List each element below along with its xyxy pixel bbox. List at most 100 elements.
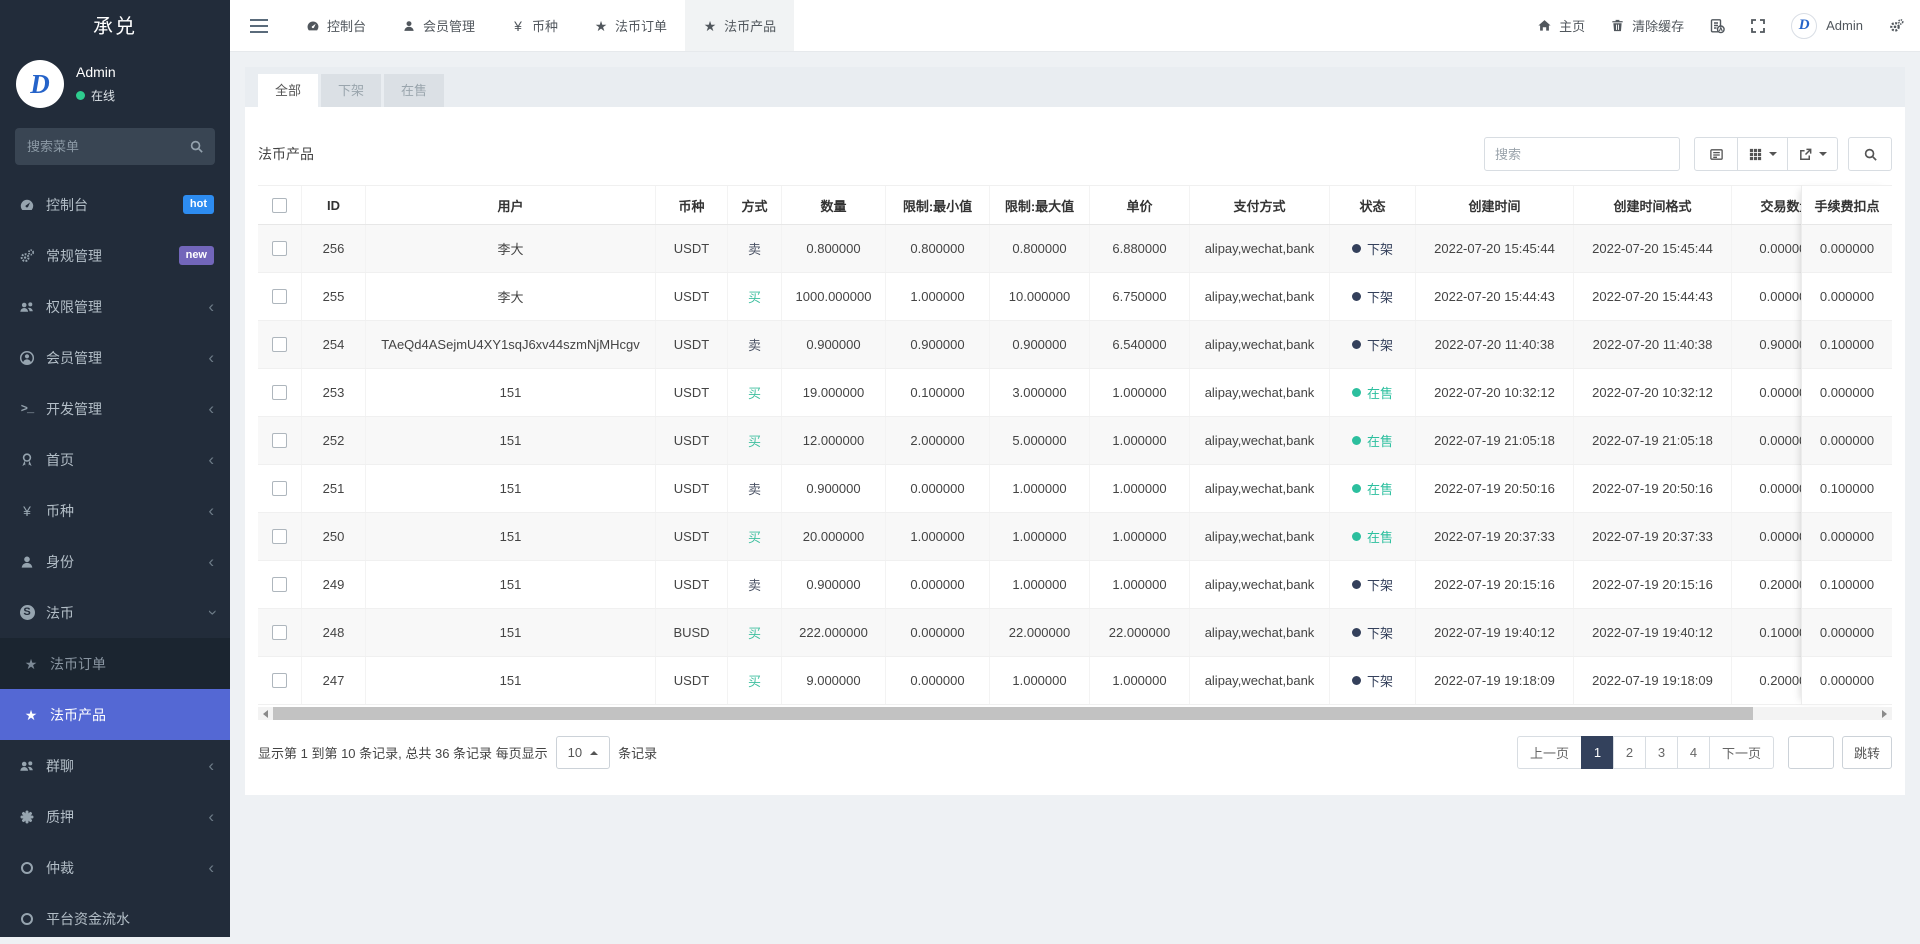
sidebar-item-fiat-product[interactable]: ★法币产品	[0, 689, 230, 740]
page-button-1[interactable]: 1	[1581, 736, 1614, 769]
cell-price: 6.750000	[1090, 273, 1190, 320]
cell-trade_amount: 0.900000	[1732, 321, 1801, 368]
filter-tab-on-sale[interactable]: 在售	[384, 74, 444, 107]
cell-created: 2022-07-20 15:44:43	[1416, 273, 1574, 320]
filter-tabs: 全部下架在售	[245, 67, 1905, 107]
header-cell: 支付方式	[1190, 186, 1330, 224]
row-checkbox[interactable]	[272, 673, 287, 688]
users-icon	[19, 758, 35, 774]
cell-min: 0.900000	[886, 321, 990, 368]
avatar-letter: D	[1799, 17, 1810, 34]
search-toggle-button[interactable]	[1848, 137, 1892, 171]
sidebar-item-group-chat[interactable]: 群聊‹	[0, 740, 230, 791]
tab-member[interactable]: 会员管理	[384, 0, 493, 51]
sidebar-item-auth[interactable]: 权限管理‹	[0, 281, 230, 332]
sidebar-item-general[interactable]: 常规管理new	[0, 230, 230, 281]
direction-label: 买	[748, 431, 761, 450]
status-label: 下架	[1367, 239, 1393, 258]
sidebar-item-develop[interactable]: >_开发管理‹	[0, 383, 230, 434]
status-label: 在售	[1367, 527, 1393, 546]
page-button-4[interactable]: 4	[1677, 736, 1710, 769]
cell-max: 1.000000	[990, 657, 1090, 704]
sidebar-item-arbitration[interactable]: 仲裁‹	[0, 842, 230, 893]
sidebar-item-dashboard[interactable]: 控制台hot	[0, 179, 230, 230]
cell-created_fmt: 2022-07-19 19:40:12	[1574, 609, 1732, 656]
search-icon	[1863, 147, 1878, 162]
settings-button[interactable]	[1888, 18, 1904, 34]
sidebar-item-member[interactable]: 会员管理‹	[0, 332, 230, 383]
next-page-button[interactable]: 下一页	[1709, 736, 1774, 769]
page-size-select[interactable]: 10	[556, 736, 610, 769]
row-checkbox[interactable]	[272, 625, 287, 640]
fullscreen-button[interactable]	[1750, 18, 1766, 34]
scroll-right-arrow[interactable]	[1877, 707, 1892, 720]
filter-tab-off-shelf[interactable]: 下架	[321, 74, 381, 107]
page-button-3[interactable]: 3	[1645, 736, 1678, 769]
status-label: 下架	[1367, 671, 1393, 690]
chevron-left-icon: ‹	[208, 451, 214, 468]
tab-fiat-order[interactable]: ★法币订单	[576, 0, 685, 51]
language-button[interactable]	[1709, 18, 1725, 34]
row-checkbox[interactable]	[272, 241, 287, 256]
pagination: 上一页1234下一页	[1517, 736, 1774, 769]
chevron-left-icon: ‹	[208, 502, 214, 519]
tab-fiat-product[interactable]: ★法币产品	[685, 0, 794, 51]
sidebar-item-currency[interactable]: ¥币种‹	[0, 485, 230, 536]
row-checkbox[interactable]	[272, 577, 287, 592]
clear-cache-link[interactable]: 清除缓存	[1610, 16, 1684, 35]
sidebar-item-pledge[interactable]: 质押‹	[0, 791, 230, 842]
table-footer: 显示第 1 到第 10 条记录, 总共 36 条记录 每页显示 10 条记录 上…	[258, 736, 1892, 769]
cell-coin: USDT	[656, 657, 728, 704]
cell-direction: 卖	[728, 561, 782, 608]
row-checkbox[interactable]	[272, 529, 287, 544]
columns-button[interactable]	[1737, 137, 1788, 171]
sidebar-item-fiat[interactable]: S法币‹	[0, 587, 230, 638]
user-menu[interactable]: D Admin	[1791, 13, 1863, 39]
cell-max: 1.000000	[990, 513, 1090, 560]
select-all-checkbox[interactable]	[272, 198, 287, 213]
sidebar-item-label: 法币产品	[50, 705, 214, 725]
status-label: 下架	[1367, 623, 1393, 642]
direction-label: 卖	[748, 575, 761, 594]
cell-coin: USDT	[656, 513, 728, 560]
export-button[interactable]	[1787, 137, 1838, 171]
status-label: 在售	[1367, 479, 1393, 498]
cell-amount: 222.000000	[782, 609, 886, 656]
row-checkbox[interactable]	[272, 385, 287, 400]
prev-page-button[interactable]: 上一页	[1517, 736, 1582, 769]
filter-tab-all[interactable]: 全部	[258, 74, 318, 107]
toggle-view-button[interactable]	[1694, 137, 1738, 171]
page-button-2[interactable]: 2	[1613, 736, 1646, 769]
cell-coin: USDT	[656, 561, 728, 608]
hot-badge: hot	[183, 195, 214, 213]
scroll-left-arrow[interactable]	[258, 707, 273, 720]
sidebar-item-home[interactable]: 首页‹	[0, 434, 230, 485]
sidebar-search-input[interactable]	[15, 128, 215, 165]
page-jump-input[interactable]	[1788, 736, 1834, 769]
cell-payment: alipay,wechat,bank	[1190, 417, 1330, 464]
row-checkbox[interactable]	[272, 433, 287, 448]
cell-trade_amount: 0.000000	[1732, 225, 1801, 272]
row-checkbox[interactable]	[272, 289, 287, 304]
home-link[interactable]: 主页	[1537, 16, 1585, 35]
tab-currency[interactable]: ¥币种	[493, 0, 576, 51]
sidebar-item-platform-flow[interactable]: 平台资金流水	[0, 893, 230, 944]
sidebar-item-fiat-order[interactable]: ★法币订单	[0, 638, 230, 689]
menu-toggle-button[interactable]	[230, 0, 288, 51]
summary-suffix: 条记录	[618, 743, 657, 762]
cell-user: 151	[366, 369, 656, 416]
row-checkbox[interactable]	[272, 337, 287, 352]
scrollbar-thumb[interactable]	[273, 707, 1753, 720]
yen-icon: ¥	[511, 19, 525, 33]
cell-direction: 买	[728, 609, 782, 656]
sidebar-item-identity[interactable]: 身份‹	[0, 536, 230, 587]
status-dot-icon	[1352, 628, 1361, 637]
brand-logo: 承兑	[0, 0, 230, 54]
sidebar-item-label: 会员管理	[46, 348, 208, 368]
row-checkbox[interactable]	[272, 481, 287, 496]
table-row: 256李大USDT卖0.8000000.8000000.8000006.8800…	[258, 225, 1801, 273]
tab-dashboard[interactable]: 控制台	[288, 0, 384, 51]
table-search-input[interactable]	[1484, 137, 1680, 171]
cell-checkbox	[258, 609, 302, 656]
page-jump-button[interactable]: 跳转	[1842, 736, 1892, 769]
